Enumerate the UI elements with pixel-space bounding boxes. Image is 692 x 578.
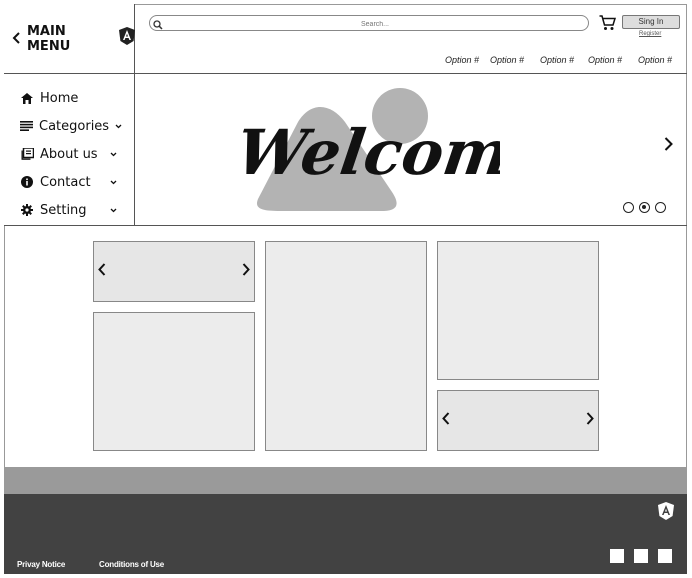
social-icon[interactable] [658, 549, 672, 563]
sidebar-item-label: Contact [40, 174, 91, 190]
chevron-right-icon[interactable] [242, 262, 250, 281]
carousel-dot[interactable] [655, 202, 666, 213]
privacy-notice-link[interactable]: Privay Notice [17, 560, 65, 569]
sidebar-header: MAIN MENU [4, 4, 135, 74]
sidebar-item-contact[interactable]: Contact [4, 168, 135, 196]
social-icon[interactable] [634, 549, 648, 563]
header-option-link[interactable]: Option # [445, 55, 479, 65]
carousel-dot-active[interactable] [639, 202, 650, 213]
sidebar-item-label: Categories [39, 118, 110, 134]
footer-band [4, 467, 687, 494]
carousel-dot[interactable] [623, 202, 634, 213]
slider-card [437, 390, 599, 451]
header-option-link[interactable]: Option # [588, 55, 622, 65]
home-icon [20, 92, 34, 104]
search-bar[interactable] [149, 15, 589, 32]
sidebar-item-categories[interactable]: Categories [4, 112, 135, 140]
chevron-right-icon[interactable] [586, 411, 594, 430]
hero-carousel: Welcome [135, 74, 687, 226]
carousel-next-chevron-icon[interactable] [664, 134, 673, 157]
main-menu-title: MAIN MENU [27, 23, 71, 54]
content-card [437, 241, 599, 380]
register-link[interactable]: Register [639, 31, 661, 37]
angular-logo-icon [658, 502, 674, 525]
list-icon [20, 121, 33, 131]
header-option-link[interactable]: Option # [540, 55, 574, 65]
welcome-text: Welcome [240, 116, 500, 189]
search-input[interactable] [168, 16, 582, 32]
sidebar-nav: Home Categories About us Contact Setting [4, 84, 135, 224]
sidebar-item-home[interactable]: Home [4, 84, 135, 112]
search-icon [153, 17, 163, 35]
conditions-of-use-link[interactable]: Conditions of Use [99, 560, 164, 569]
cart-icon[interactable] [599, 15, 617, 36]
gear-icon [20, 204, 34, 216]
header-option-link[interactable]: Option # [638, 55, 672, 65]
chevron-left-icon[interactable] [98, 262, 106, 281]
sign-in-button[interactable]: Sing In [622, 15, 680, 29]
info-icon [20, 176, 34, 188]
back-chevron-icon[interactable] [12, 31, 21, 47]
sidebar-item-setting[interactable]: Setting [4, 196, 135, 224]
chevron-down-icon [115, 121, 122, 132]
sidebar-item-label: About us [40, 146, 98, 162]
top-header: Sing In Register Option # Option # Optio… [135, 4, 687, 74]
sidebar: MAIN MENU Home Categories About us Conta… [4, 4, 135, 226]
footer: Privay Notice Conditions of Use [4, 494, 687, 574]
chevron-down-icon [110, 177, 117, 188]
slider-card [93, 241, 255, 302]
content-card [265, 241, 427, 451]
chevron-down-icon [110, 149, 117, 160]
social-icon[interactable] [610, 549, 624, 563]
carousel-indicators [623, 202, 666, 213]
book-icon [20, 148, 34, 160]
chevron-down-icon [110, 205, 117, 216]
sidebar-item-about-us[interactable]: About us [4, 140, 135, 168]
content-card [93, 312, 255, 451]
header-option-link[interactable]: Option # [490, 55, 524, 65]
chevron-left-icon[interactable] [442, 411, 450, 430]
sidebar-item-label: Home [40, 90, 79, 106]
welcome-banner-image: Welcome [240, 88, 500, 211]
sidebar-item-label: Setting [40, 202, 87, 218]
angular-logo-icon [119, 27, 135, 50]
